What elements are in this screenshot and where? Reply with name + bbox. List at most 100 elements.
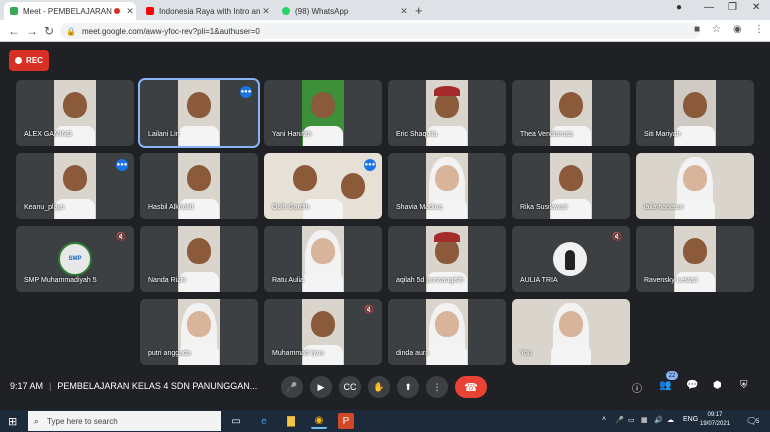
muted-mic-icon: 🔇 <box>116 232 126 241</box>
participant-tile[interactable]: Ratu Aulia <box>264 226 382 292</box>
leave-call-button[interactable]: ☎ <box>455 376 487 398</box>
participant-name: aqilah 5d purwangisih <box>396 277 464 284</box>
tab-meet[interactable]: Meet - PEMBELAJARAN KEL... ✕ <box>4 2 136 20</box>
search-icon: ⌕ <box>34 415 40 426</box>
participant-tile[interactable]: ALEX GAMING <box>16 80 134 146</box>
participant-tile[interactable]: AULIA TRIA 🔇 <box>512 226 630 292</box>
participant-tile[interactable]: laila hanatan <box>636 153 754 219</box>
bookmark-star-icon[interactable]: ☆ <box>712 24 721 35</box>
search-placeholder: Type here to search <box>47 416 118 426</box>
participant-video <box>426 299 468 365</box>
participant-name: laila hanatan <box>644 204 684 211</box>
participant-name: Ocih Gardih <box>272 204 310 211</box>
close-tab-icon[interactable]: ✕ <box>124 6 136 17</box>
tab-whatsapp[interactable]: (98) WhatsApp ✕ <box>276 2 410 20</box>
task-view-icon[interactable]: ▭ <box>228 413 244 429</box>
camera-button[interactable]: ▶ <box>310 376 332 398</box>
participant-tile[interactable]: Keanu_plays ●●● <box>16 153 134 219</box>
edge-icon[interactable]: e <box>256 413 272 429</box>
forward-icon[interactable]: → <box>26 24 38 38</box>
participant-tile[interactable]: Yani Hanifah <box>264 80 382 146</box>
participant-name: Rika Susilawati <box>520 204 568 211</box>
chat-icon[interactable]: 💬 <box>686 380 698 391</box>
participant-tile[interactable]: Thea Vendianata <box>512 80 630 146</box>
participant-tile[interactable]: Eric Shaquila <box>388 80 506 146</box>
participant-tile[interactable]: dinda aura <box>388 299 506 365</box>
speaking-indicator-icon: ●●● <box>364 159 376 171</box>
menu-dots-icon[interactable]: ⋮ <box>754 24 764 35</box>
participant-tile[interactable]: You <box>512 299 630 365</box>
close-tab-icon[interactable]: ✕ <box>398 6 410 17</box>
present-button[interactable]: ⬆ <box>397 376 419 398</box>
close-window-icon[interactable]: ✕ <box>752 2 760 13</box>
tray-mic-icon[interactable]: 🎤 <box>615 416 624 424</box>
more-options-button[interactable]: ⋮ <box>426 376 448 398</box>
url-field[interactable]: 🔒 meet.google.com/aww-yfoc-rev?pli=1&aut… <box>60 23 700 39</box>
recording-label: REC <box>26 56 43 65</box>
onedrive-icon[interactable]: ☁ <box>667 416 674 424</box>
participant-tile[interactable]: aqilah 5d purwangisih <box>388 226 506 292</box>
network-icon[interactable]: ▦ <box>641 416 648 424</box>
meeting-details-icon[interactable]: ⓘ <box>632 380 642 395</box>
participant-name: Nanda Rizki <box>148 277 186 284</box>
browser-tab-strip: Meet - PEMBELAJARAN KEL... ✕ Indonesia R… <box>0 0 770 20</box>
captions-button[interactable]: CC <box>339 376 361 398</box>
participant-name: Yani Hanifah <box>272 131 312 138</box>
volume-icon[interactable]: 🔊 <box>654 416 663 424</box>
file-explorer-icon[interactable]: ▇ <box>283 413 299 429</box>
recording-badge: REC <box>9 50 49 71</box>
address-bar-row: ← → ↻ 🔒 meet.google.com/aww-yfoc-rev?pli… <box>0 20 770 42</box>
participant-name: You <box>520 350 532 357</box>
participant-tile[interactable]: Muhammad Iyus 🔇 <box>264 299 382 365</box>
tab-youtube[interactable]: Indonesia Raya with Intro and Te... ✕ <box>140 2 272 20</box>
battery-icon[interactable]: ▭ <box>628 416 635 424</box>
participant-tile[interactable]: Lailani Lin ●●● <box>138 78 260 148</box>
taskbar-clock[interactable]: 09:17 19/07/2021 <box>700 411 730 429</box>
participant-name: Shavia Madina <box>396 204 443 211</box>
language-indicator[interactable]: ENG <box>683 416 698 423</box>
host-controls-icon[interactable]: ⛨ <box>740 380 748 391</box>
new-tab-button[interactable]: + <box>415 3 423 18</box>
participant-name: Ravensky Lestari <box>644 277 698 284</box>
tab-title: Meet - PEMBELAJARAN KEL... <box>23 6 114 16</box>
participant-name: Siti Mariyah <box>644 131 681 138</box>
reload-icon[interactable]: ↻ <box>44 24 54 38</box>
profile-icon[interactable]: ● <box>676 2 682 13</box>
tab-title: (98) WhatsApp <box>295 6 349 16</box>
participant-tile[interactable]: Siti Mariyah <box>636 80 754 146</box>
people-icon[interactable]: 👥 <box>659 380 671 391</box>
participant-tile[interactable]: Ravensky Lestari <box>636 226 754 292</box>
participant-tile[interactable]: Rika Susilawati <box>512 153 630 219</box>
participant-name: ALEX GAMING <box>24 131 73 138</box>
taskbar-search-input[interactable]: ⌕ Type here to search <box>28 411 221 431</box>
back-icon[interactable]: ← <box>8 24 20 38</box>
participant-tile[interactable]: Ocih Gardih ●●● <box>264 153 382 219</box>
participant-name: Thea Vendianata <box>520 131 573 138</box>
microphone-button[interactable]: 🎤 <box>281 376 303 398</box>
participant-video <box>178 80 220 146</box>
windows-taskbar: ⊞ ⌕ Type here to search ▭ e ▇ ◉ P ˄ 🎤 ▭ … <box>0 410 770 432</box>
meet-favicon-icon <box>10 7 18 15</box>
participant-tile[interactable]: Hasbil Alkholid <box>140 153 258 219</box>
participant-tile[interactable]: Shavia Madina <box>388 153 506 219</box>
windows-start-icon[interactable]: ⊞ <box>8 415 17 428</box>
participant-tile[interactable]: SMP SMP Muhammadiyah 5 🔇 <box>16 226 134 292</box>
muted-mic-icon: 🔇 <box>364 305 374 314</box>
speaking-indicator-icon: ●●● <box>240 86 252 98</box>
powerpoint-icon[interactable]: P <box>338 413 354 429</box>
chrome-icon[interactable]: ◉ <box>311 413 327 429</box>
maximize-icon[interactable]: ❐ <box>728 2 737 13</box>
speaking-indicator-icon: ●●● <box>116 159 128 171</box>
participant-tile[interactable]: Nanda Rizki <box>140 226 258 292</box>
meeting-controls-bar: 9:17 AM | PEMBELAJARAN KELAS 4 SDN PANUNGG… <box>0 369 770 407</box>
camera-indicator-icon[interactable]: ■ <box>694 24 700 35</box>
minimize-icon[interactable]: — <box>704 2 714 13</box>
account-avatar-icon[interactable]: ◉ <box>733 24 742 35</box>
activities-icon[interactable]: ⬢ <box>713 380 722 391</box>
avatar <box>553 242 587 276</box>
tray-chevron-icon[interactable]: ˄ <box>602 416 606 423</box>
raise-hand-button[interactable]: ✋ <box>368 376 390 398</box>
participant-tile[interactable]: putri anggada <box>140 299 258 365</box>
close-tab-icon[interactable]: ✕ <box>260 6 272 17</box>
participant-name: Keanu_plays <box>24 204 65 211</box>
